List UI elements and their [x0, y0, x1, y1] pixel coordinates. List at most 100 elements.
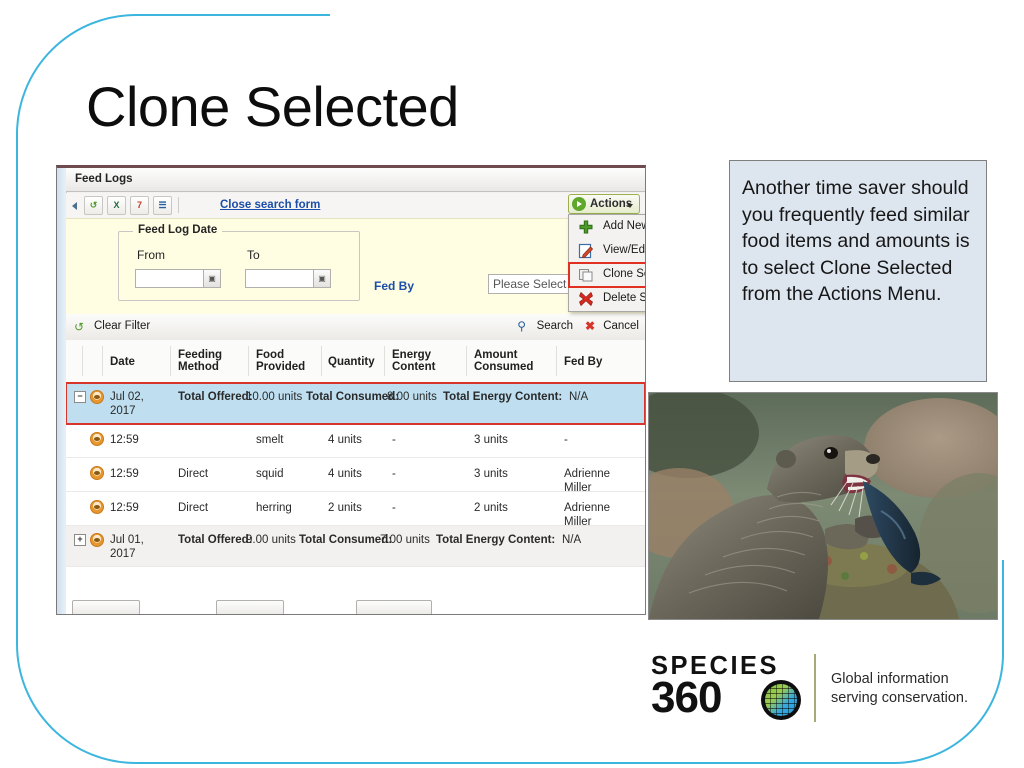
- frame-mask-right: [1002, 0, 1024, 560]
- cell-total-offered-label: Total Offered:: [178, 391, 253, 403]
- actions-dropdown-menu: Add New View/Edit Selected Clone Selecte…: [568, 214, 646, 312]
- cell-energy-content: -: [392, 434, 396, 446]
- logo-divider: [814, 654, 816, 722]
- calendar-icon[interactable]: ▣: [313, 270, 330, 287]
- from-label: From: [137, 248, 165, 262]
- table-row[interactable]: 12:59 smelt 4 units - 3 units -: [66, 424, 645, 458]
- grid-header-row: Date Feeding Method Food Provided Quanti…: [66, 340, 645, 383]
- cell-energy-content: -: [392, 468, 396, 480]
- cell-total-energy: N/A: [569, 391, 589, 403]
- cell-total-consumed-label: Total Consumed:: [306, 391, 400, 403]
- cell-fed-by: -: [564, 434, 568, 446]
- column-header-quantity[interactable]: Quantity: [328, 356, 375, 368]
- cell-food-provided: herring: [256, 502, 292, 514]
- feed-logs-toolbar: ↺ X 7 ☰ Close search form: [66, 193, 645, 218]
- chevron-down-icon: [627, 204, 633, 208]
- cell-feeding-method: Direct: [178, 502, 209, 514]
- cell-food-provided: squid: [256, 468, 284, 480]
- toolbar-separator: [178, 197, 179, 213]
- grid-footer-button[interactable]: [72, 600, 140, 614]
- menu-item-clone-selected[interactable]: Clone Selected: [568, 262, 645, 288]
- red-x-icon: [578, 291, 594, 307]
- logo-tagline-line2: serving conservation.: [831, 690, 969, 706]
- taxon-icon: [90, 533, 104, 547]
- expand-row-toggle[interactable]: +: [74, 534, 86, 546]
- cancel-button[interactable]: Cancel: [603, 320, 639, 332]
- close-search-form-link[interactable]: Close search form: [220, 199, 320, 211]
- cell-total-consumed-label: Total Consumed:: [299, 534, 393, 546]
- cell-total-energy: N/A: [562, 534, 582, 546]
- column-header-energy-content[interactable]: Energy Content: [392, 349, 462, 373]
- cell-quantity: 2 units: [328, 502, 362, 514]
- cell-total-energy-label: Total Energy Content:: [436, 534, 556, 546]
- cell-date: 12:59: [110, 502, 139, 514]
- feed-logs-title: Feed Logs: [75, 173, 133, 185]
- pdf-export-icon[interactable]: 7: [130, 196, 149, 215]
- column-header-fed-by[interactable]: Fed By: [564, 356, 602, 368]
- taxon-icon: [90, 432, 104, 446]
- cell-amount-consumed: 3 units: [474, 468, 508, 480]
- cell-total-energy-label: Total Energy Content:: [443, 391, 563, 403]
- taxon-icon: [90, 466, 104, 480]
- column-header-amount-consumed[interactable]: Amount Consumed: [474, 349, 548, 373]
- filter-bar: ↺ Clear Filter ⚲ Search ✖ Cancel: [66, 314, 645, 341]
- collapse-row-toggle[interactable]: −: [74, 391, 86, 403]
- cell-quantity: 4 units: [328, 434, 362, 446]
- grid-footer-button[interactable]: [216, 600, 284, 614]
- menu-item-label: View/Edit Selected: [603, 244, 646, 256]
- column-header-feeding-method[interactable]: Feeding Method: [178, 349, 244, 373]
- column-divider: [82, 346, 83, 376]
- table-row[interactable]: − Jul 02, 2017 Total Offered: 10.00 unit…: [66, 382, 645, 425]
- feed-logs-panel-header: Feed Logs: [66, 168, 645, 192]
- menu-item-add-new[interactable]: Add New: [569, 215, 645, 239]
- column-divider: [170, 346, 171, 376]
- clear-filter-button[interactable]: Clear Filter: [94, 320, 150, 332]
- frame-mask-top: [330, 0, 1024, 18]
- table-row[interactable]: + Jul 01, 2017 Total Offered: 9.00 units…: [66, 526, 645, 567]
- date-to-input[interactable]: ▣: [245, 269, 331, 288]
- species360-logo: SPECIES 360 Global information serving c…: [651, 650, 991, 730]
- calendar-icon[interactable]: ▣: [203, 270, 220, 287]
- grid-footer-button[interactable]: [356, 600, 432, 614]
- search-button[interactable]: Search: [537, 320, 573, 332]
- table-row[interactable]: 12:59 Direct squid 4 units - 3 units Adr…: [66, 458, 645, 494]
- cell-feeding-method: Direct: [178, 468, 209, 480]
- column-header-date[interactable]: Date: [110, 356, 135, 368]
- cell-total-offered: 10.00 units: [246, 391, 303, 403]
- actions-button[interactable]: Actions: [568, 194, 640, 214]
- menu-item-view-edit-selected[interactable]: View/Edit Selected: [569, 239, 646, 263]
- excel-export-icon[interactable]: X: [107, 196, 126, 215]
- actions-button-label: Actions: [590, 198, 633, 210]
- logo-number-360: 360: [651, 673, 722, 722]
- clear-filter-icon: ↺: [74, 320, 85, 334]
- cell-date: 12:59: [110, 434, 139, 446]
- table-row[interactable]: 12:59 Direct herring 2 units - 2 units A…: [66, 492, 645, 528]
- column-header-food-provided[interactable]: Food Provided: [256, 349, 318, 373]
- cell-amount-consumed: 3 units: [474, 434, 508, 446]
- globe-icon: [761, 680, 801, 720]
- column-divider: [556, 346, 557, 376]
- menu-item-delete-selected[interactable]: Delete Selected: [569, 287, 645, 311]
- logo-tagline: Global information serving conservation.: [831, 670, 968, 708]
- cell-total-consumed: 7.00 units: [380, 534, 430, 546]
- column-divider: [384, 346, 385, 376]
- date-from-input[interactable]: ▣: [135, 269, 221, 288]
- actions-arrow-icon: [572, 197, 586, 211]
- feed-log-date-fieldset: Feed Log Date From To ▣ ▣: [118, 224, 360, 301]
- cell-amount-consumed: 2 units: [474, 502, 508, 514]
- cell-total-offered: 9.00 units: [246, 534, 296, 546]
- otter-photo: [648, 392, 998, 620]
- cell-date: 12:59: [110, 468, 139, 480]
- feed-logs-grid: Date Feeding Method Food Provided Quanti…: [66, 340, 645, 614]
- application-window: Feed Logs ↺ X 7 ☰ Close search form Feed…: [56, 165, 646, 615]
- cell-total-consumed: 8.00 units: [387, 391, 437, 403]
- column-divider: [466, 346, 467, 376]
- refresh-icon[interactable]: ↺: [84, 196, 103, 215]
- cell-food-provided: smelt: [256, 434, 284, 446]
- cell-energy-content: -: [392, 502, 396, 514]
- column-chooser-icon[interactable]: ☰: [153, 196, 172, 215]
- collapse-triangle-icon[interactable]: [72, 202, 77, 210]
- to-label: To: [247, 248, 260, 262]
- column-divider: [102, 346, 103, 376]
- taxon-icon: [90, 500, 104, 514]
